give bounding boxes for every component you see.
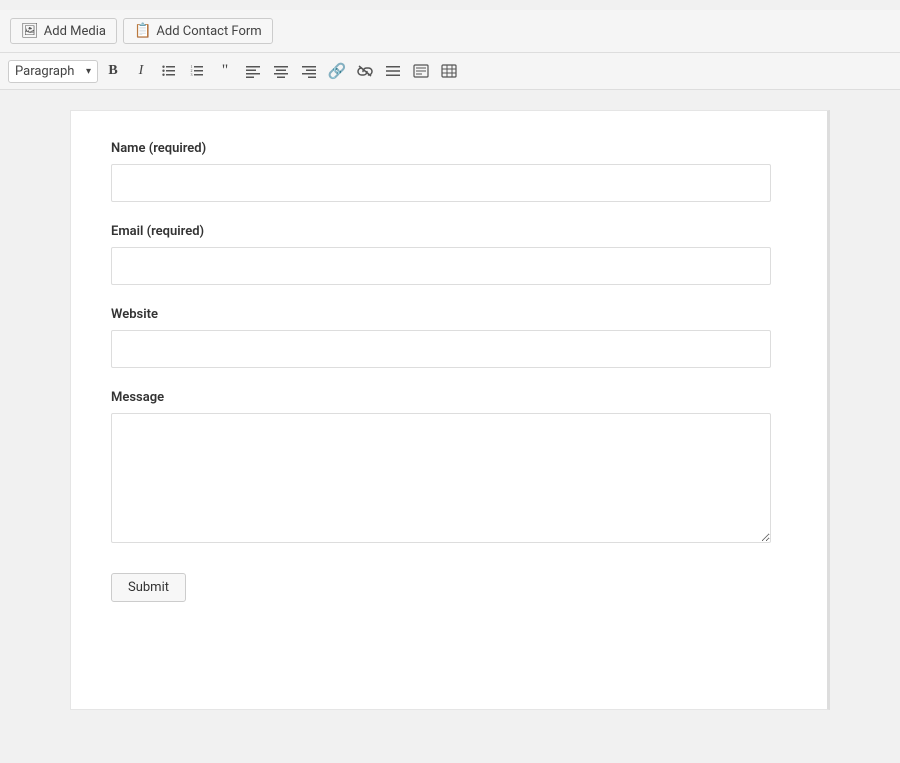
email-input[interactable] <box>111 247 771 285</box>
paragraph-label: Paragraph <box>15 64 74 79</box>
add-contact-form-label: Add Contact Form <box>156 24 261 39</box>
table-button[interactable] <box>436 58 462 84</box>
editor-wrapper: 🖼 Add Media 📋 Add Contact Form Paragraph… <box>0 0 900 740</box>
align-right-button[interactable] <box>296 58 322 84</box>
website-label: Website <box>111 307 771 322</box>
name-label: Name (required) <box>111 141 771 156</box>
add-media-button[interactable]: 🖼 Add Media <box>10 18 117 44</box>
paragraph-select[interactable]: Paragraph ▾ <box>8 60 98 83</box>
add-media-icon: 🖼 <box>21 23 39 39</box>
unlink-button[interactable] <box>352 58 378 84</box>
add-contact-form-button[interactable]: 📋 Add Contact Form <box>123 18 273 44</box>
align-center-button[interactable] <box>268 58 294 84</box>
submit-group: Submit <box>111 569 771 602</box>
email-form-group: Email (required) <box>111 224 771 285</box>
align-left-button[interactable] <box>240 58 266 84</box>
submit-button[interactable]: Submit <box>111 573 186 602</box>
italic-button[interactable]: I <box>128 58 154 84</box>
unordered-list-button[interactable] <box>156 58 182 84</box>
editor-inner: Name (required) Email (required) Website… <box>70 110 830 710</box>
name-input[interactable] <box>111 164 771 202</box>
editor-content: Name (required) Email (required) Website… <box>0 90 900 740</box>
message-form-group: Message <box>111 390 771 547</box>
email-label: Email (required) <box>111 224 771 239</box>
dropdown-arrow-icon: ▾ <box>86 66 91 77</box>
message-label: Message <box>111 390 771 405</box>
bold-button[interactable]: B <box>100 58 126 84</box>
add-contact-form-icon: 📋 <box>134 23 151 39</box>
horizontal-rule-button[interactable] <box>380 58 406 84</box>
blockquote-button[interactable]: " <box>212 58 238 84</box>
toolbar-row1: 🖼 Add Media 📋 Add Contact Form <box>0 10 900 53</box>
website-form-group: Website <box>111 307 771 368</box>
svg-text:3: 3 <box>191 72 193 77</box>
name-form-group: Name (required) <box>111 141 771 202</box>
contact-form: Name (required) Email (required) Website… <box>111 141 771 602</box>
website-input[interactable] <box>111 330 771 368</box>
ordered-list-button[interactable]: 123 <box>184 58 210 84</box>
add-media-label: Add Media <box>44 24 106 39</box>
insert-button[interactable] <box>408 58 434 84</box>
link-button[interactable]: 🔗 <box>324 58 350 84</box>
toolbar-row2: Paragraph ▾ B I 123 " 🔗 <box>0 53 900 90</box>
message-textarea[interactable] <box>111 413 771 543</box>
